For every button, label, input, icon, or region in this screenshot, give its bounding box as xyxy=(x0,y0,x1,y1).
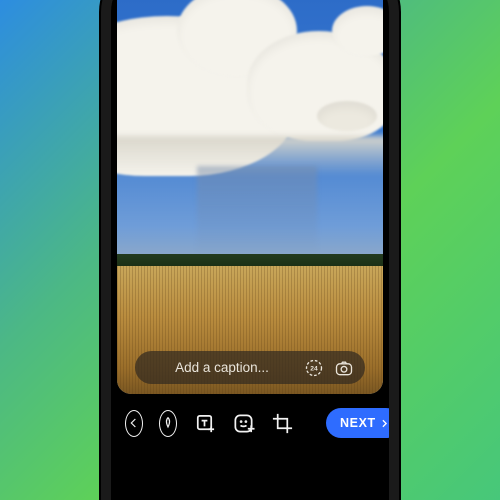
editor-toolbar: NEXT xyxy=(111,400,389,446)
photo-cloud xyxy=(317,101,377,131)
screen: Add a caption... 24 xyxy=(111,0,389,500)
24-timer-icon[interactable]: 24 xyxy=(303,357,325,379)
back-button[interactable] xyxy=(125,410,143,437)
crop-button[interactable] xyxy=(271,411,294,435)
marker-button[interactable] xyxy=(159,410,177,437)
sticker-button[interactable] xyxy=(232,411,255,435)
media-preview[interactable]: Add a caption... 24 xyxy=(117,0,383,394)
next-button[interactable]: NEXT xyxy=(326,408,389,438)
svg-text:24: 24 xyxy=(310,365,318,372)
caption-input[interactable]: Add a caption... 24 xyxy=(135,351,365,384)
chevron-right-icon xyxy=(378,417,389,430)
add-text-button[interactable] xyxy=(193,411,216,435)
phone-frame: Add a caption... 24 xyxy=(101,0,399,500)
next-button-label: NEXT xyxy=(340,416,376,430)
camera-icon[interactable] xyxy=(333,357,355,379)
caption-placeholder: Add a caption... xyxy=(149,360,295,375)
photo-rain xyxy=(197,166,317,256)
